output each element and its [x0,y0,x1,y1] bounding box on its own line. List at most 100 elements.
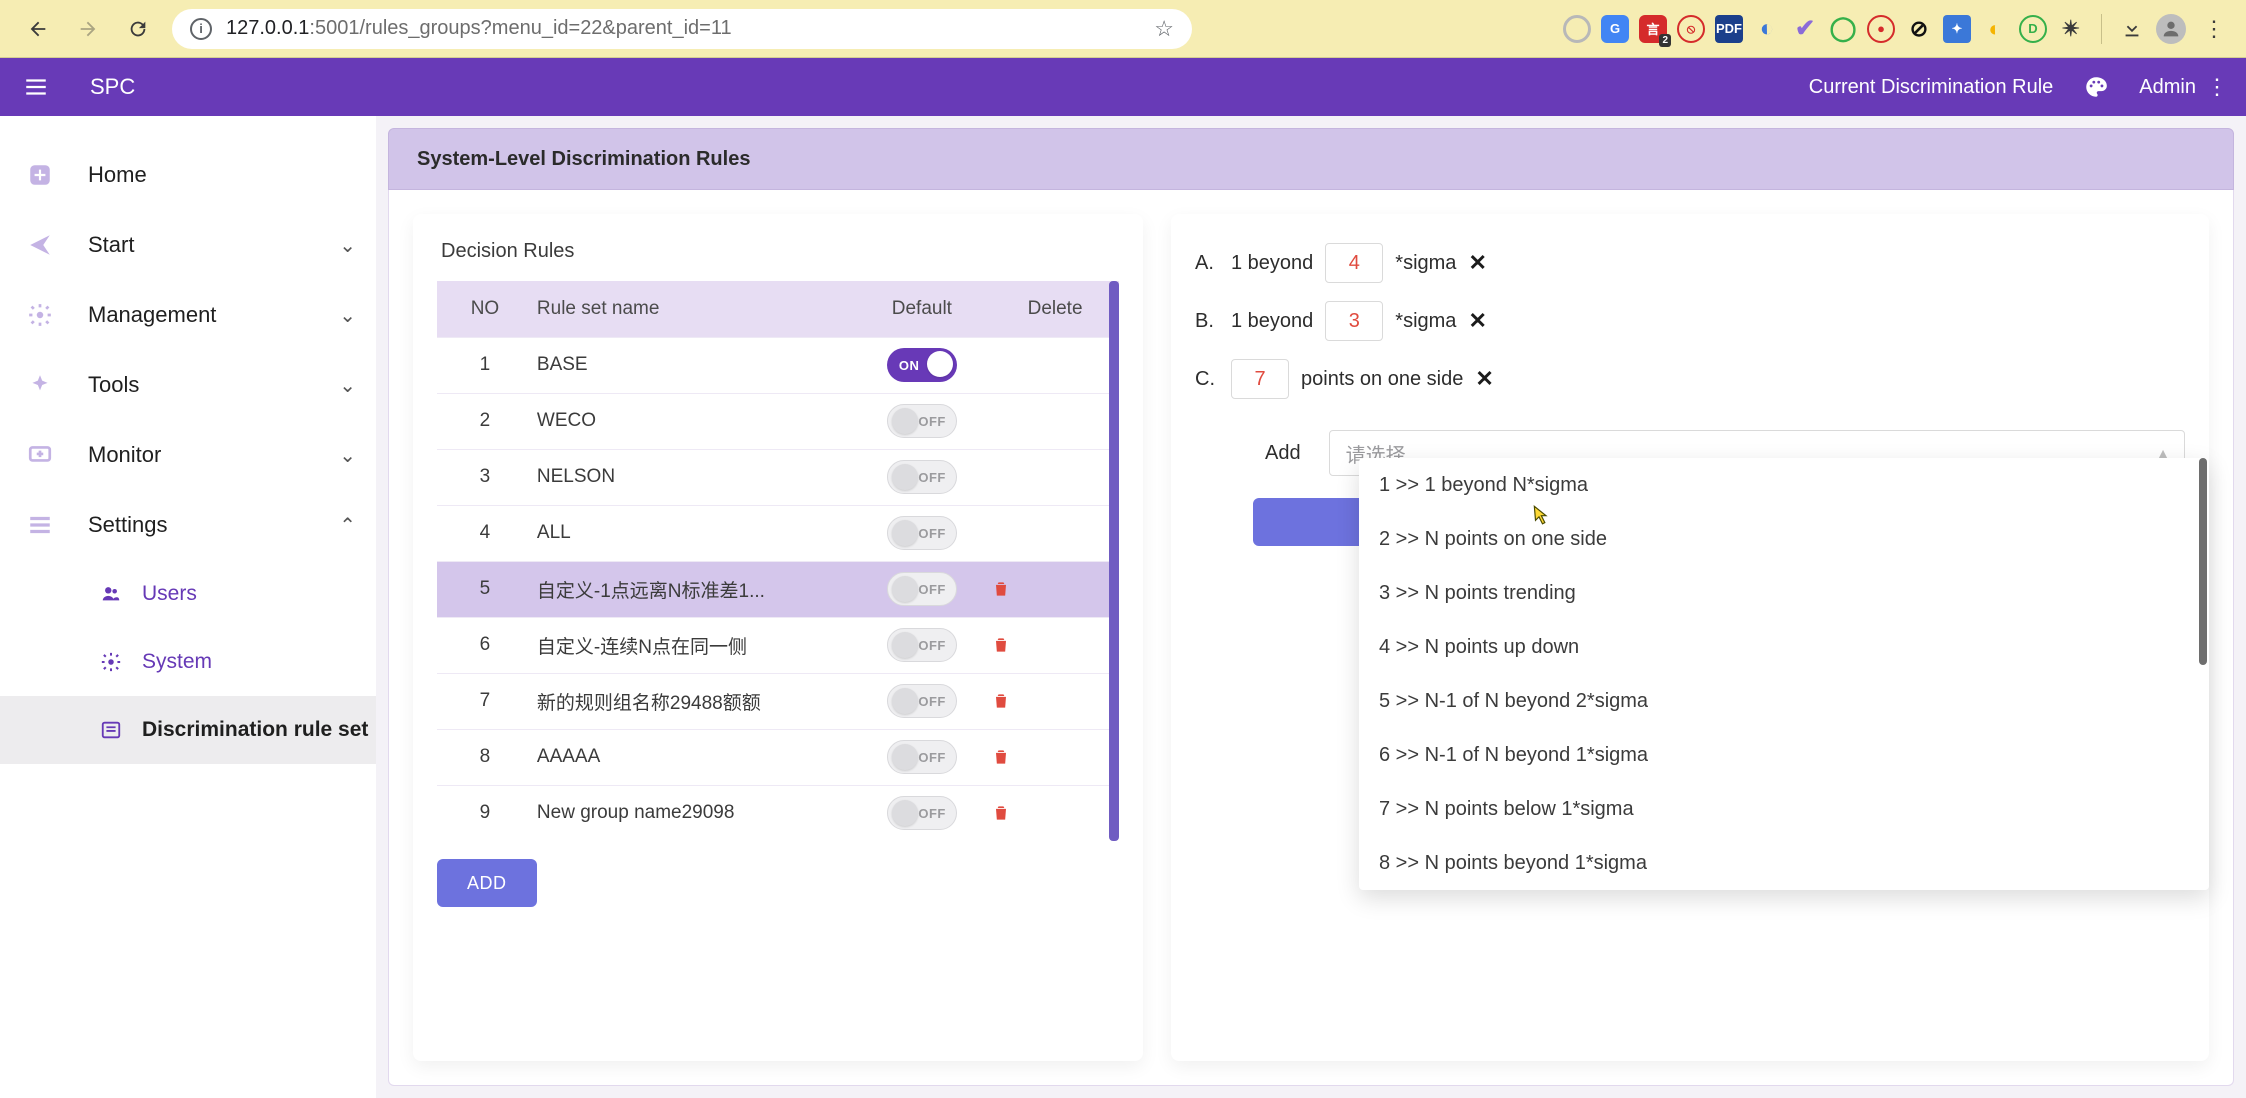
app-title: SPC [90,74,135,100]
rule-a-input[interactable] [1325,243,1383,283]
sidebar-item-home[interactable]: Home [0,140,376,210]
row-no: 3 [437,449,533,505]
ext-icon[interactable]: G [1601,15,1629,43]
table-row[interactable]: 9New group name29098OFF [437,785,1119,841]
default-toggle[interactable]: OFF [887,684,957,718]
kebab-icon[interactable]: ⋮ [2196,11,2232,47]
url-text: 127.0.0.1:5001/rules_groups?menu_id=22&p… [226,17,732,40]
table-scrollbar[interactable] [1109,281,1119,841]
table-row[interactable]: 8AAAAAOFF [437,729,1119,785]
dropdown-scrollbar[interactable] [2199,458,2207,665]
remove-rule-b-icon[interactable]: ✕ [1468,308,1486,334]
rule-b-input[interactable] [1325,301,1383,341]
reload-button[interactable] [120,11,156,47]
ext-icon[interactable]: ◐ [1753,15,1781,43]
user-label[interactable]: Admin [2139,76,2196,99]
dropdown-option[interactable]: 8 >> N points beyond 1*sigma [1359,836,2209,890]
download-icon[interactable] [2118,15,2146,43]
ext-icon[interactable]: ⦸ [1677,15,1705,43]
row-name: BASE [533,337,853,393]
default-toggle[interactable]: ON [887,348,957,382]
ext-icon[interactable]: ⊘ [1905,15,1933,43]
back-button[interactable] [20,11,56,47]
list-icon [20,512,60,538]
default-toggle[interactable]: OFF [887,796,957,830]
add-rule-group-button[interactable]: ADD [437,859,537,907]
table-row[interactable]: 7新的规则组名称29488额额OFF [437,673,1119,729]
dropdown-option[interactable]: 3 >> N points trending [1359,566,2209,620]
ext-icon[interactable]: PDF [1715,15,1743,43]
profile-avatar[interactable] [2156,14,2186,44]
dropdown-option[interactable]: 7 >> N points below 1*sigma [1359,782,2209,836]
dropdown-option[interactable]: 2 >> N points on one side [1359,512,2209,566]
star-icon[interactable]: ☆ [1154,16,1174,42]
default-toggle[interactable]: OFF [887,404,957,438]
sidebar-item-monitor[interactable]: Monitor ⌄ [0,420,376,490]
delete-icon[interactable] [991,691,1119,711]
rule-a-row: A. 1 beyond *sigma ✕ [1195,234,2185,292]
table-row[interactable]: 6自定义-连续N点在同一侧OFF [437,617,1119,673]
sidebar-sub-discrimination-rules[interactable]: Discrimination rule set [0,696,376,764]
table-row[interactable]: 5自定义-1点远离N标准差1...OFF [437,561,1119,617]
current-rule-link[interactable]: Current Discrimination Rule [1809,76,2054,99]
delete-icon[interactable] [991,803,1119,823]
ext-icon[interactable]: ● [1867,15,1895,43]
row-no: 8 [437,729,533,785]
extensions-icon[interactable]: ✴ [2057,15,2085,43]
home-plus-icon [20,162,60,188]
col-no: NO [437,281,533,337]
rule-details-panel: A. 1 beyond *sigma ✕ B. 1 beyond *sigma … [1171,214,2209,1061]
default-toggle[interactable]: OFF [887,516,957,550]
sidebar-sub-system[interactable]: System [0,628,376,696]
sidebar: Home Start ⌄ Management ⌄ Tools ⌄ Monito… [0,116,376,1098]
ext-icon[interactable] [1563,15,1591,43]
dropdown-option[interactable]: 1 >> 1 beyond N*sigma [1359,458,2209,512]
table-row[interactable]: 4ALLOFF [437,505,1119,561]
sidebar-item-tools[interactable]: Tools ⌄ [0,350,376,420]
forward-button[interactable] [70,11,106,47]
table-row[interactable]: 2WECO OFF [437,393,1119,449]
dropdown-option[interactable]: 6 >> N-1 of N beyond 1*sigma [1359,728,2209,782]
delete-icon[interactable] [991,635,1119,655]
row-no: 4 [437,505,533,561]
default-toggle[interactable]: OFF [887,740,957,774]
sparkle-icon [20,372,60,398]
site-info-icon[interactable]: i [190,18,212,40]
delete-icon[interactable] [991,579,1119,599]
dropdown-option[interactable]: 5 >> N-1 of N beyond 2*sigma [1359,674,2209,728]
sidebar-item-management[interactable]: Management ⌄ [0,280,376,350]
row-name: New group name29098 [533,785,853,841]
add-label: Add [1265,442,1301,465]
sidebar-item-start[interactable]: Start ⌄ [0,210,376,280]
row-name: WECO [533,393,853,449]
ext-icon[interactable]: 言2 [1639,15,1667,43]
default-toggle[interactable]: OFF [887,628,957,662]
menu-icon[interactable] [18,69,54,105]
row-name: 自定义-1点远离N标准差1... [533,561,853,617]
default-toggle[interactable]: OFF [887,460,957,494]
ext-icon[interactable]: ◐ [1981,15,2009,43]
address-bar[interactable]: i 127.0.0.1:5001/rules_groups?menu_id=22… [172,9,1192,49]
row-name: NELSON [533,449,853,505]
remove-rule-c-icon[interactable]: ✕ [1475,366,1493,392]
rule-c-input[interactable] [1231,359,1289,399]
delete-icon[interactable] [991,747,1119,767]
row-no: 2 [437,393,533,449]
ext-icon[interactable]: D [2019,15,2047,43]
ext-icon[interactable]: ◯ [1829,15,1857,43]
table-row[interactable]: 3NELSON OFF [437,449,1119,505]
remove-rule-a-icon[interactable]: ✕ [1468,250,1486,276]
sidebar-item-settings[interactable]: Settings ⌃ [0,490,376,560]
kebab-icon[interactable]: ⋮ [2206,74,2228,100]
sidebar-sub-users[interactable]: Users [0,560,376,628]
col-def: Default [853,281,992,337]
palette-icon[interactable] [2081,72,2111,102]
row-no: 1 [437,337,533,393]
ext-icon[interactable]: ✦ [1943,15,1971,43]
send-icon [20,232,60,258]
ext-icon[interactable]: ✔ [1791,15,1819,43]
table-row[interactable]: 1BASE ON [437,337,1119,393]
default-toggle[interactable]: OFF [887,572,957,606]
dropdown-option[interactable]: 4 >> N points up down [1359,620,2209,674]
row-no: 7 [437,673,533,729]
